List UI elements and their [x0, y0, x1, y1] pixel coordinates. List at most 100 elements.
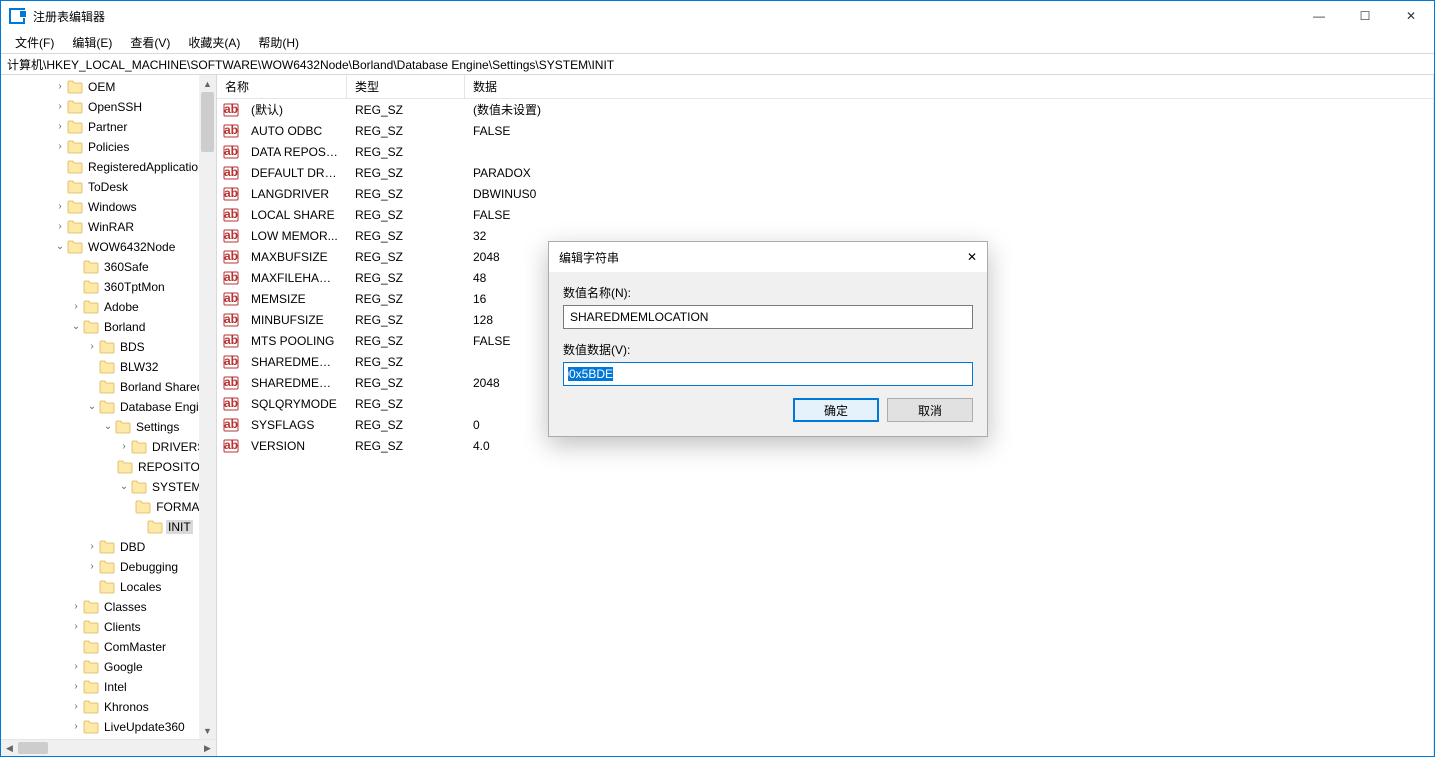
- column-header-type[interactable]: 类型: [347, 75, 465, 98]
- tree-item[interactable]: ⌄Settings: [1, 417, 216, 437]
- expand-icon[interactable]: ›: [69, 302, 83, 312]
- tree-item[interactable]: Locales: [1, 577, 216, 597]
- tree-item[interactable]: ›Windows: [1, 197, 216, 217]
- collapse-icon[interactable]: ⌄: [101, 422, 115, 432]
- menu-favorites[interactable]: 收藏夹(A): [180, 32, 248, 53]
- expand-icon[interactable]: ›: [53, 142, 67, 152]
- tree-item-label: OpenSSH: [86, 100, 144, 114]
- expand-icon[interactable]: ›: [53, 222, 67, 232]
- expand-icon[interactable]: ›: [69, 682, 83, 692]
- expand-icon[interactable]: ›: [69, 622, 83, 632]
- expand-icon[interactable]: ›: [69, 602, 83, 612]
- collapse-icon[interactable]: ⌄: [69, 322, 83, 332]
- tree-item[interactable]: › Classes: [1, 597, 216, 617]
- hscroll-thumb[interactable]: [18, 742, 48, 754]
- tree-item[interactable]: BLW32: [1, 357, 216, 377]
- tree-item[interactable]: ›DBD: [1, 537, 216, 557]
- expand-icon[interactable]: ›: [69, 662, 83, 672]
- cancel-button[interactable]: 取消: [887, 398, 973, 422]
- tree-item[interactable]: ⌄SYSTEM: [1, 477, 216, 497]
- value-name-cell: MTS POOLING: [243, 334, 347, 348]
- menu-view[interactable]: 查看(V): [122, 32, 178, 53]
- tree-item[interactable]: ToDesk: [1, 177, 216, 197]
- tree-item[interactable]: 360TptMon: [1, 277, 216, 297]
- tree-horizontal-scrollbar[interactable]: ◀ ▶: [1, 739, 216, 756]
- column-header-data[interactable]: 数据: [465, 75, 1434, 98]
- tree-item[interactable]: ›Google: [1, 657, 216, 677]
- address-bar[interactable]: 计算机\HKEY_LOCAL_MACHINE\SOFTWARE\WOW6432N…: [1, 53, 1434, 75]
- close-button[interactable]: ✕: [1388, 1, 1434, 31]
- expand-icon[interactable]: ›: [69, 702, 83, 712]
- tree-item[interactable]: FORMATS: [1, 497, 216, 517]
- tree-item-label: Clients: [102, 620, 143, 634]
- list-row[interactable]: abDEFAULT DRIV...REG_SZPARADOX: [217, 162, 1433, 183]
- tree-item[interactable]: ›WinRAR: [1, 217, 216, 237]
- expand-icon[interactable]: ›: [85, 542, 99, 552]
- expand-icon[interactable]: ›: [117, 442, 131, 452]
- expand-icon[interactable]: ›: [53, 102, 67, 112]
- expand-icon[interactable]: ›: [85, 342, 99, 352]
- menu-help[interactable]: 帮助(H): [250, 32, 307, 53]
- tree-item[interactable]: ›Adobe: [1, 297, 216, 317]
- tree-item[interactable]: ›Policies: [1, 137, 216, 157]
- value-data-input[interactable]: [563, 362, 973, 386]
- tree-item[interactable]: ›LiveUpdate360: [1, 717, 216, 737]
- tree-item[interactable]: 360Safe: [1, 257, 216, 277]
- tree-item[interactable]: INIT: [1, 517, 216, 537]
- collapse-icon[interactable]: ⌄: [85, 402, 99, 412]
- svg-text:ab: ab: [224, 144, 238, 158]
- folder-icon: [115, 420, 131, 434]
- tree-item[interactable]: RegisteredApplications: [1, 157, 216, 177]
- tree-item-label: Classes: [102, 600, 149, 614]
- expand-icon[interactable]: ›: [53, 122, 67, 132]
- expand-icon[interactable]: ›: [53, 202, 67, 212]
- tree-item[interactable]: ›Partner: [1, 117, 216, 137]
- column-header-name[interactable]: 名称: [217, 75, 347, 98]
- tree-item[interactable]: ⌄Database Engine: [1, 397, 216, 417]
- folder-icon: [67, 220, 83, 234]
- minimize-button[interactable]: —: [1296, 1, 1342, 31]
- tree-item[interactable]: ⌄WOW6432Node: [1, 237, 216, 257]
- collapse-icon[interactable]: ⌄: [53, 242, 67, 252]
- tree-item[interactable]: REPOSITORIES: [1, 457, 216, 477]
- scroll-down-icon[interactable]: ▼: [199, 722, 216, 739]
- tree-item[interactable]: Borland Shared: [1, 377, 216, 397]
- tree-item[interactable]: › OpenSSH: [1, 97, 216, 117]
- dialog-titlebar[interactable]: 编辑字符串 ✕: [549, 242, 987, 272]
- list-row[interactable]: abLOCAL SHAREREG_SZFALSE: [217, 204, 1433, 225]
- string-value-icon: ab: [223, 396, 239, 412]
- expand-icon[interactable]: ›: [53, 82, 67, 92]
- expand-icon[interactable]: ›: [85, 562, 99, 572]
- folder-icon: [67, 100, 83, 114]
- maximize-button[interactable]: ☐: [1342, 1, 1388, 31]
- tree-item[interactable]: ›Debugging: [1, 557, 216, 577]
- list-row[interactable]: abDATA REPOSIT...REG_SZ: [217, 141, 1433, 162]
- scroll-left-icon[interactable]: ◀: [1, 740, 18, 757]
- tree-vertical-scrollbar[interactable]: ▲ ▼: [199, 75, 216, 739]
- tree-item[interactable]: ⌄Borland: [1, 317, 216, 337]
- tree-item[interactable]: ›Khronos: [1, 697, 216, 717]
- list-row[interactable]: abVERSIONREG_SZ4.0: [217, 435, 1433, 456]
- menu-edit[interactable]: 编辑(E): [64, 32, 120, 53]
- folder-icon: [67, 180, 83, 194]
- value-name-input[interactable]: [563, 305, 973, 329]
- scroll-right-icon[interactable]: ▶: [199, 740, 216, 757]
- tree-item-label: 360TptMon: [102, 280, 167, 294]
- tree-item[interactable]: ComMaster: [1, 637, 216, 657]
- collapse-icon[interactable]: ⌄: [117, 482, 131, 492]
- tree-item[interactable]: ›OEM: [1, 77, 216, 97]
- list-row[interactable]: abLANGDRIVERREG_SZDBWINUS0: [217, 183, 1433, 204]
- tree-item[interactable]: ›DRIVERS: [1, 437, 216, 457]
- ok-button[interactable]: 确定: [793, 398, 879, 422]
- list-row[interactable]: abAUTO ODBCREG_SZFALSE: [217, 120, 1433, 141]
- scroll-up-icon[interactable]: ▲: [199, 75, 216, 92]
- expand-icon[interactable]: ›: [69, 722, 83, 732]
- dialog-close-button[interactable]: ✕: [957, 242, 987, 272]
- menu-file[interactable]: 文件(F): [7, 32, 62, 53]
- registry-tree[interactable]: ›OEM›OpenSSH›Partner›PoliciesRegisteredA…: [1, 75, 216, 737]
- list-row[interactable]: ab(默认)REG_SZ(数值未设置): [217, 99, 1433, 120]
- vscroll-thumb[interactable]: [201, 92, 214, 152]
- tree-item[interactable]: ›BDS: [1, 337, 216, 357]
- tree-item[interactable]: › Clients: [1, 617, 216, 637]
- tree-item[interactable]: ›Intel: [1, 677, 216, 697]
